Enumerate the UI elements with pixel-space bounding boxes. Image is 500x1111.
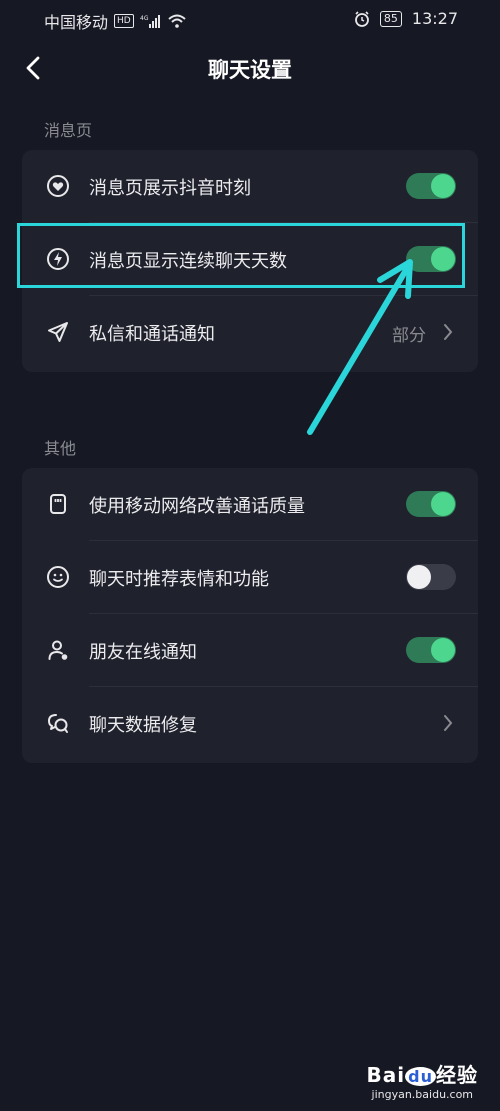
chat-repair-icon [48, 714, 68, 733]
alarm-icon [354, 10, 369, 27]
toggle-knob [407, 565, 431, 589]
setting-row-recommend-emoji[interactable]: 聊天时推荐表情和功能 [22, 541, 478, 614]
paw-icon: du [405, 1067, 436, 1086]
send-icon [48, 322, 68, 342]
watermark-logo: Bai du 经验 [367, 1059, 478, 1088]
setting-label: 聊天数据修复 [89, 715, 197, 736]
page-title: 聊天设置 [208, 58, 292, 82]
setting-label: 消息页展示抖音时刻 [89, 178, 251, 199]
toggle-switch[interactable] [406, 173, 456, 199]
toggle-knob [431, 174, 455, 198]
watermark-url: jingyan.baidu.com [371, 1088, 474, 1101]
setting-row-mobile-network-call[interactable]: 使用移动网络改善通话质量 [22, 468, 478, 541]
setting-label: 聊天时推荐表情和功能 [89, 569, 269, 590]
section-label-other: 其他 [44, 439, 77, 458]
setting-label: 使用移动网络改善通话质量 [89, 496, 305, 517]
person-online-icon [48, 640, 68, 660]
signal-label: 4G [140, 15, 149, 22]
battery-indicator: 85 [379, 10, 402, 27]
settings-card-other: 使用移动网络改善通话质量 聊天时推荐表情和功能 朋友在线通知 聊天数据修复 [22, 468, 478, 763]
hd-badge: HD [114, 14, 134, 28]
status-bar: 中国移动 HD 4G 85 13:27 [0, 0, 500, 38]
status-left: 中国移动 HD 4G [44, 9, 186, 33]
toggle-switch[interactable] [406, 491, 456, 517]
heart-circle-icon [47, 175, 69, 197]
setting-row-chat-data-repair[interactable]: 聊天数据修复 [22, 687, 478, 760]
baidu-watermark: Bai du 经验 jingyan.baidu.com [367, 1059, 478, 1101]
setting-row-friend-online[interactable]: 朋友在线通知 [22, 614, 478, 687]
setting-label: 朋友在线通知 [89, 642, 197, 663]
smiley-icon [47, 566, 69, 588]
toggle-switch[interactable] [406, 637, 456, 663]
signal-icon: 4G [140, 15, 160, 28]
header: 聊天设置 [0, 46, 500, 90]
sim-card-icon [50, 494, 66, 514]
toggle-switch[interactable] [406, 564, 456, 590]
status-right: 85 13:27 [354, 9, 458, 28]
highlight-box [17, 223, 465, 288]
chevron-right-icon [444, 715, 453, 731]
toggle-knob [431, 638, 455, 662]
toggle-knob [431, 492, 455, 516]
section-label-messages: 消息页 [44, 121, 93, 140]
chevron-right-icon [444, 324, 453, 340]
setting-row-show-moments[interactable]: 消息页展示抖音时刻 [22, 150, 478, 223]
setting-row-dm-call-notifications[interactable]: 私信和通话通知 部分 [22, 296, 478, 369]
watermark-brand: Bai [366, 1063, 406, 1087]
carrier-name: 中国移动 [44, 13, 109, 32]
watermark-suffix: 经验 [436, 1063, 478, 1087]
setting-label: 私信和通话通知 [89, 324, 215, 345]
clock: 13:27 [411, 9, 458, 28]
setting-value: 部分 [392, 326, 426, 346]
wifi-icon [168, 14, 186, 28]
